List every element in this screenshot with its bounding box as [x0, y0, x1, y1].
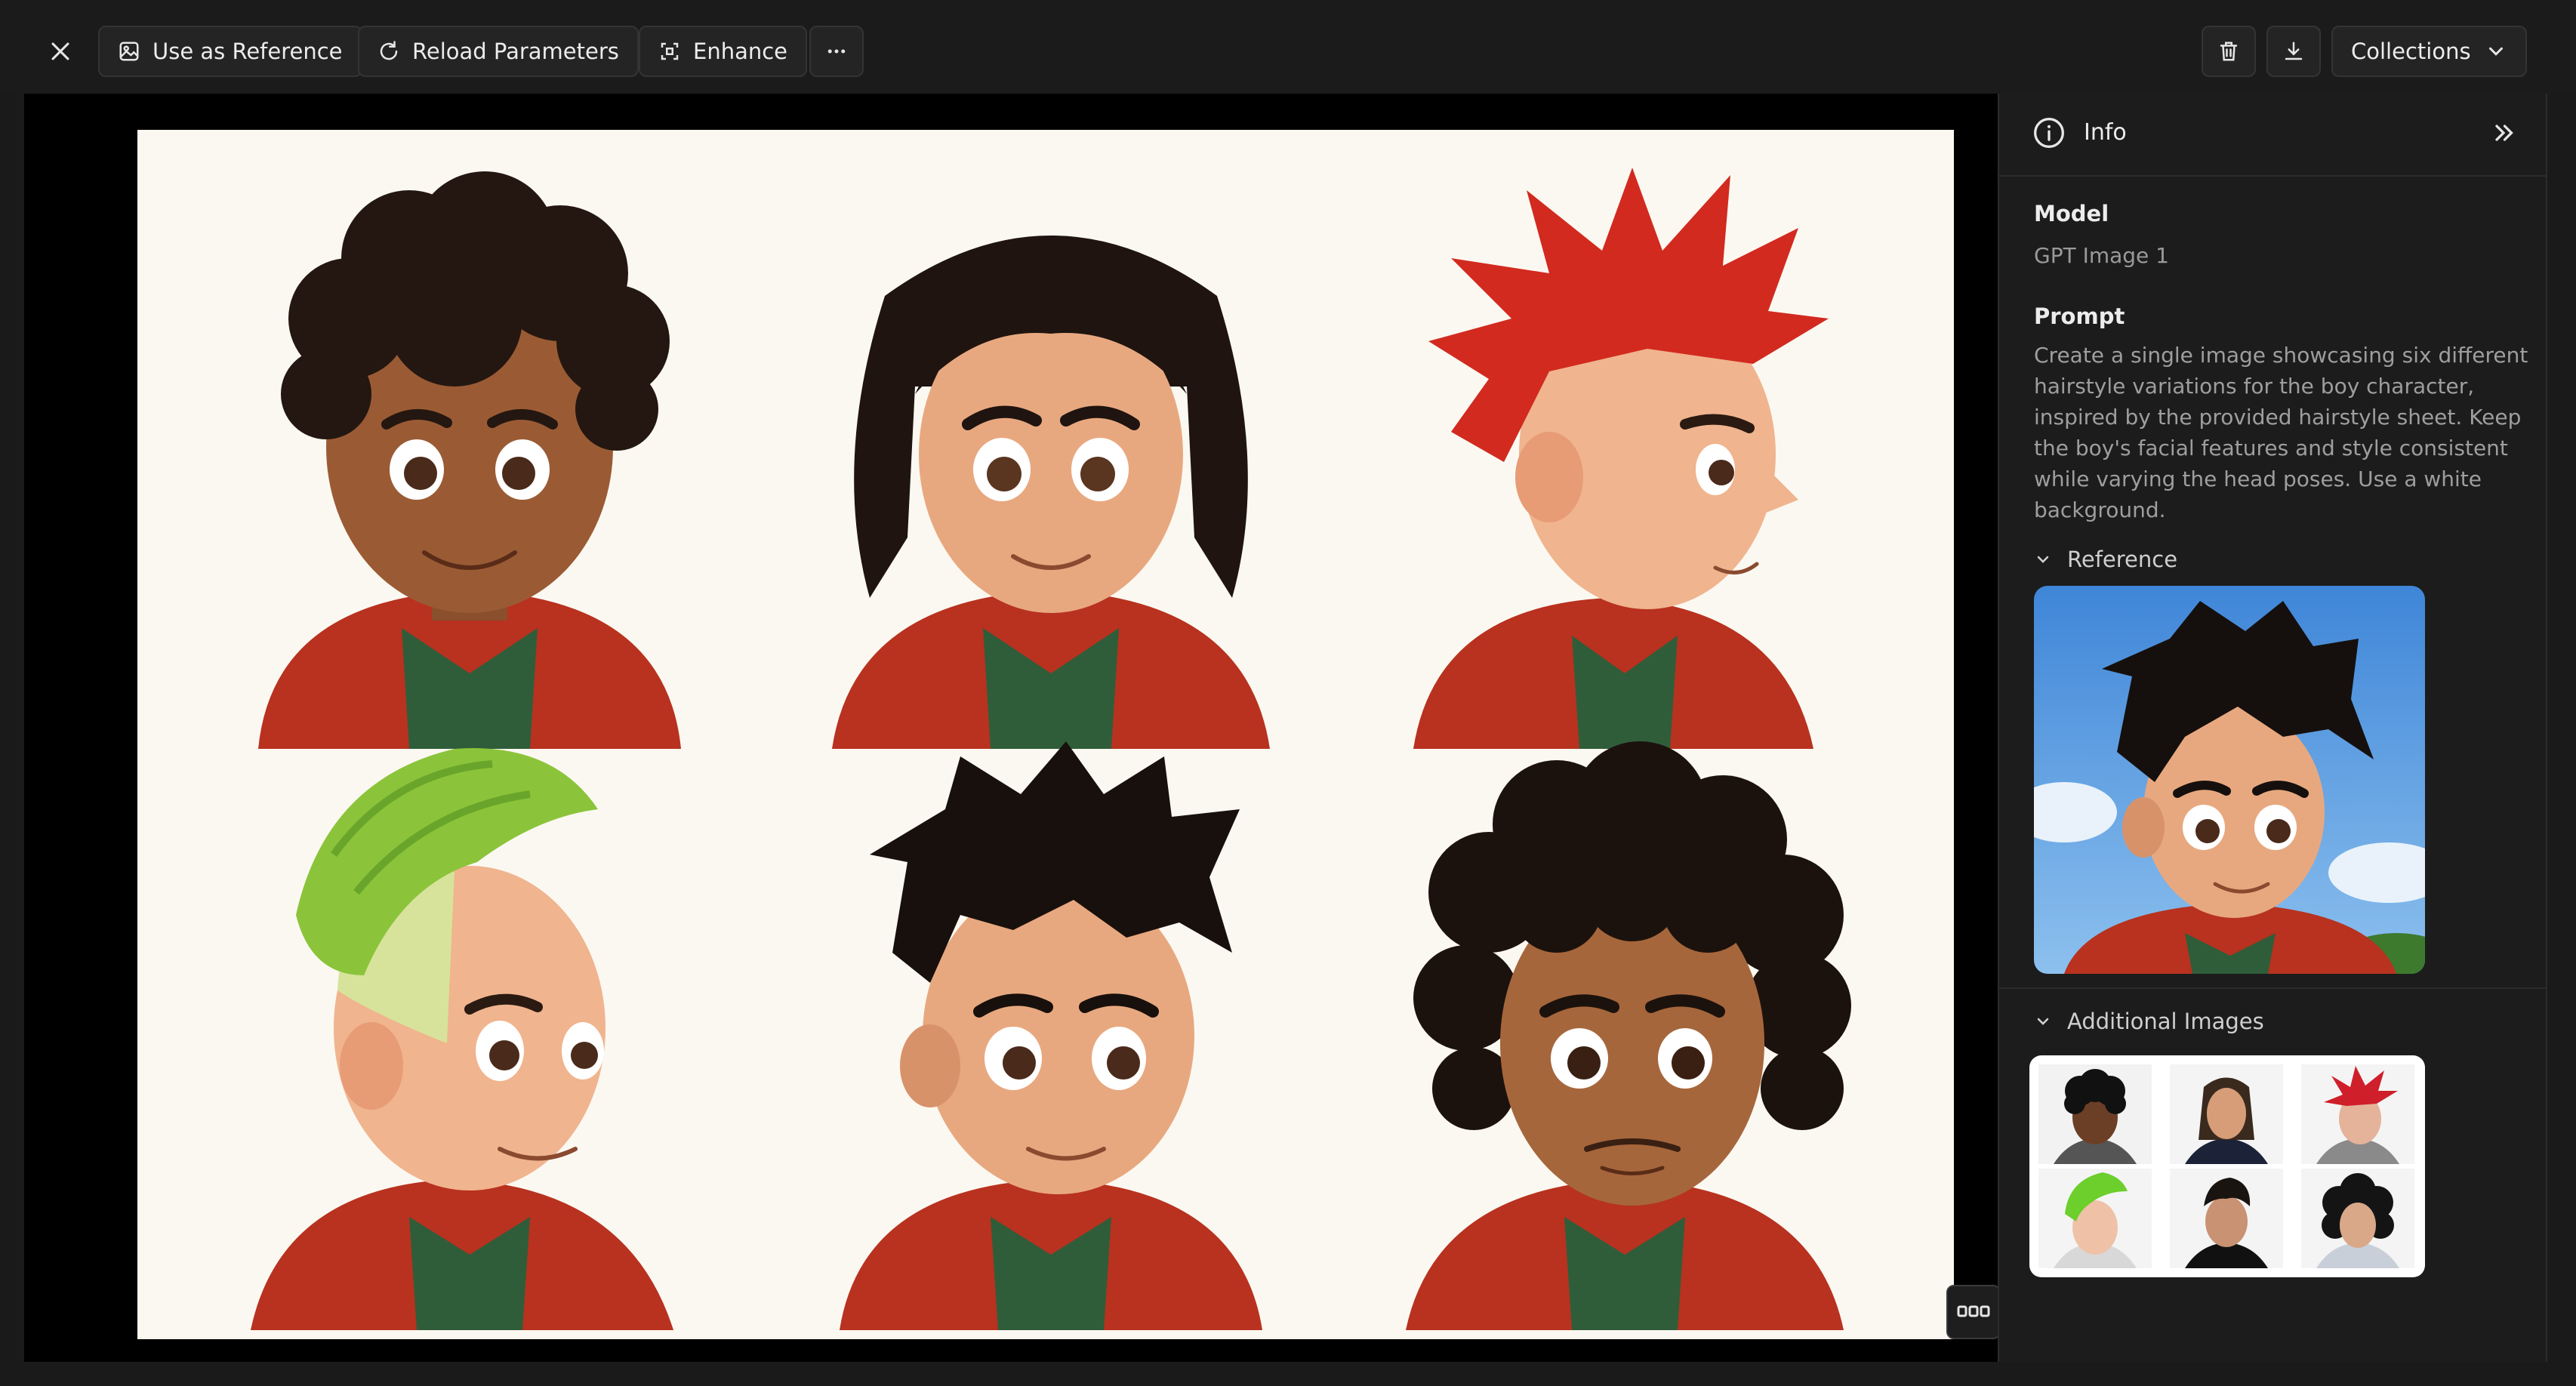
info-icon — [2034, 118, 2064, 148]
model-label: Model — [2034, 201, 2109, 226]
additional-image-thumb[interactable] — [2301, 1064, 2414, 1164]
info-panel-header: Info — [1999, 94, 2546, 177]
chevron-down-icon — [2488, 47, 2503, 56]
additional-images-label: Additional Images — [2067, 1009, 2264, 1034]
chevron-down-icon — [2037, 1018, 2049, 1025]
trash-icon — [2220, 42, 2238, 61]
grid-icon — [1957, 1305, 1990, 1317]
collections-label: Collections — [2351, 38, 2471, 64]
use-as-reference-button[interactable]: Use as Reference — [98, 26, 362, 77]
use-as-reference-label: Use as Reference — [153, 38, 343, 64]
generated-image[interactable] — [137, 130, 1954, 1339]
enhance-icon — [661, 42, 679, 60]
more-options-button[interactable] — [809, 26, 864, 77]
prompt-label: Prompt — [2034, 303, 2125, 329]
additional-image-thumb[interactable] — [2301, 1169, 2414, 1268]
portrait-curly-afro — [205, 145, 734, 749]
additional-image-thumb[interactable] — [2038, 1169, 2152, 1268]
section-divider — [1999, 987, 2546, 989]
enhance-label: Enhance — [693, 38, 788, 64]
reference-image[interactable] — [2034, 586, 2425, 974]
more-icon — [827, 49, 846, 54]
image-options-button[interactable] — [1946, 1285, 2001, 1339]
additional-image-thumb[interactable] — [2170, 1169, 2283, 1268]
additional-image-thumb[interactable] — [2038, 1064, 2152, 1164]
top-toolbar: Use as Reference Reload Parameters Enhan… — [0, 0, 2576, 94]
reload-parameters-label: Reload Parameters — [412, 38, 619, 64]
collections-dropdown[interactable]: Collections — [2331, 26, 2527, 77]
image-icon — [119, 42, 139, 61]
portrait-green-mohawk — [205, 726, 734, 1330]
model-value: GPT Image 1 — [2034, 243, 2169, 268]
collapse-panel-icon[interactable] — [2490, 119, 2517, 146]
reference-label: Reference — [2067, 547, 2178, 572]
delete-button[interactable] — [2202, 26, 2256, 77]
download-icon — [2285, 42, 2303, 60]
prompt-text: Create a single image showcasing six dif… — [2034, 343, 2528, 522]
close-icon — [51, 42, 69, 60]
portrait-long-wavy — [787, 145, 1315, 749]
additional-images-toggle[interactable]: Additional Images — [2034, 1009, 2264, 1034]
refresh-icon — [380, 41, 398, 60]
additional-image-thumb[interactable] — [2170, 1064, 2283, 1164]
chevron-down-icon — [2037, 556, 2049, 563]
portrait-curly-black — [1360, 726, 1889, 1330]
reference-section-toggle[interactable]: Reference — [2034, 547, 2177, 572]
download-button[interactable] — [2266, 26, 2321, 77]
info-panel: Info Model GPT Image 1 Prompt Create a s… — [1998, 94, 2547, 1362]
enhance-button[interactable]: Enhance — [639, 26, 808, 77]
image-stage — [24, 94, 2001, 1362]
info-panel-title: Info — [2084, 119, 2127, 146]
close-button[interactable] — [42, 33, 79, 69]
portrait-red-spiky — [1360, 145, 1889, 749]
additional-images-grid[interactable] — [2029, 1055, 2425, 1277]
portrait-messy-black — [787, 726, 1315, 1330]
reload-parameters-button[interactable]: Reload Parameters — [358, 26, 639, 77]
